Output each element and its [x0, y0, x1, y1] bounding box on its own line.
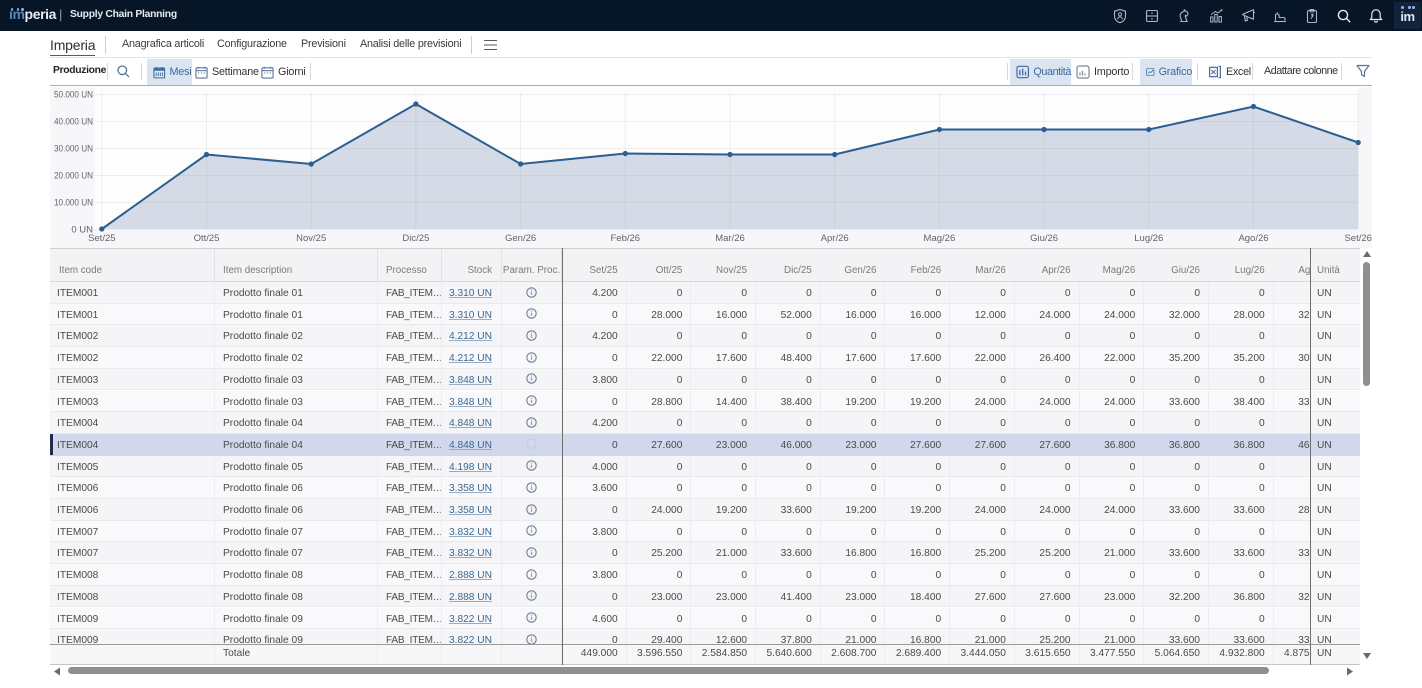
svg-text:Feb/26: Feb/26	[611, 233, 641, 244]
svg-text:Ott/25: Ott/25	[194, 233, 220, 244]
svg-text:50.000 UN: 50.000 UN	[54, 90, 93, 101]
svg-text:10.000 UN: 10.000 UN	[54, 198, 93, 209]
svg-text:Set/25: Set/25	[88, 233, 115, 244]
svg-text:30.000 UN: 30.000 UN	[54, 144, 93, 155]
svg-text:Dic/25: Dic/25	[402, 233, 429, 244]
svg-text:Mag/26: Mag/26	[924, 233, 956, 244]
svg-text:Nov/25: Nov/25	[296, 233, 326, 244]
svg-text:Lug/26: Lug/26	[1134, 233, 1163, 244]
svg-text:Gen/26: Gen/26	[505, 233, 536, 244]
svg-text:Mar/26: Mar/26	[715, 233, 745, 244]
svg-text:Giu/26: Giu/26	[1030, 233, 1058, 244]
svg-text:Set/26: Set/26	[1344, 233, 1371, 244]
svg-text:40.000 UN: 40.000 UN	[54, 117, 93, 128]
svg-text:20.000 UN: 20.000 UN	[54, 171, 93, 182]
svg-text:Apr/26: Apr/26	[821, 233, 849, 244]
svg-text:Ago/26: Ago/26	[1238, 233, 1268, 244]
